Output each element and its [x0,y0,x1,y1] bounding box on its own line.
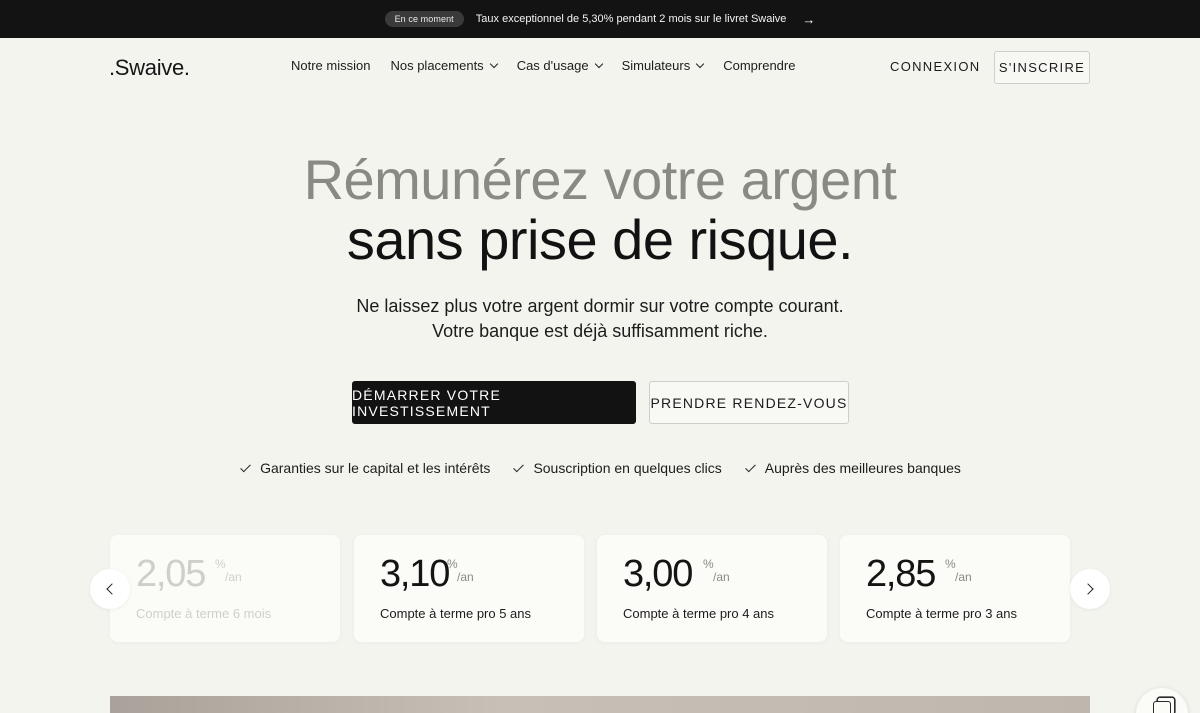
start-investment-button[interactable]: DÉMARRER VOTRE INVESTISSEMENT [352,381,636,424]
nav-label: Comprendre [723,58,796,73]
nav-item-mission[interactable]: Notre mission [291,58,370,73]
rate-card-label: Compte à terme pro 5 ans [380,606,532,621]
nav-item-placements[interactable]: Nos placements [390,58,498,73]
rate-unit-period: /an [225,570,242,584]
check-icon [240,461,251,472]
rate-value: 2,85 [866,553,936,595]
check-icon [744,461,756,472]
feature-label: Souscription en quelques clics [533,460,722,476]
chevron-left-icon [106,583,118,595]
rate-card[interactable]: 2,05 % /an Compte à terme 6 mois [110,535,340,642]
rate-unit-percent: % [703,557,714,571]
nav-label: Nos placements [390,58,484,73]
login-link[interactable]: CONNEXION [890,59,980,74]
book-appointment-button[interactable]: PRENDRE RENDEZ-VOUS [649,381,849,424]
rate-card[interactable]: 3,10 % /an Compte à terme pro 5 ans [354,535,584,642]
arrow-right-icon[interactable]: → [802,12,815,27]
signup-button[interactable]: S'INSCRIRE [994,51,1090,84]
rate-card-label: Compte à terme 6 mois [136,606,272,621]
rate-unit-period: /an [457,570,474,584]
chevron-down-icon [695,59,705,68]
chevron-down-icon [489,59,498,68]
chevron-down-icon [594,59,603,68]
feature-item: Garanties sur le capital et les intérêts [239,460,490,476]
rate-value: 3,10 [380,553,450,595]
hero-title-line2: sans prise de risque. [346,208,854,271]
rate-value: 3,00 [623,553,693,595]
rate-card[interactable]: 3,00 % /an Compte à terme pro 4 ans [597,535,827,642]
nav-label: Notre mission [291,58,371,73]
rate-unit-period: /an [713,570,730,584]
rate-card-label: Compte à terme pro 4 ans [623,606,775,621]
hero-subtitle-line2: Votre banque est déjà suffisamment riche… [432,321,768,341]
check-icon [513,461,525,472]
rate-unit-percent: % [215,557,226,571]
hero-subtitle: Ne laissez plus votre argent dormir sur … [0,294,1200,344]
hero-image [110,696,1090,713]
rate-unit-period: /an [955,570,972,584]
hero-subtitle-line1: Ne laissez plus votre argent dormir sur … [356,296,844,316]
feature-label: Auprès des meilleures banques [764,460,961,476]
feature-item: Souscription en quelques clics [512,460,722,476]
promo-message[interactable]: Taux exceptionnel de 5,30% pendant 2 moi… [476,13,787,25]
rate-unit-percent: % [447,557,458,571]
feature-item: Auprès des meilleures banques [744,460,961,476]
carousel-next-button[interactable] [1070,569,1110,609]
rate-card[interactable]: 2,85 % /an Compte à terme pro 3 ans [840,535,1070,642]
promo-banner[interactable]: En ce moment Taux exceptionnel de 5,30% … [0,0,1200,38]
feature-label: Garanties sur le capital et les intérêts [260,460,491,476]
rate-card-label: Compte à terme pro 3 ans [866,606,1018,621]
rate-unit-percent: % [945,557,956,571]
logo[interactable]: .Swaive. [109,55,190,81]
rate-value: 2,05 [136,553,206,595]
nav-item-simulators[interactable]: Simulateurs [621,58,705,73]
nav-label: Simulateurs [621,58,691,73]
carousel-prev-button[interactable] [90,569,130,609]
nav-item-use-cases[interactable]: Cas d'usage [516,58,603,73]
promo-badge: En ce moment [384,11,464,27]
feature-list: Garanties sur le capital et les intérêts… [0,460,1200,476]
main-nav: Notre mission Nos placements Cas d'usage… [291,58,795,73]
nav-label: Cas d'usage [516,58,589,73]
nav-item-understand[interactable]: Comprendre [723,58,795,73]
chat-widget-button[interactable] [1136,688,1188,713]
chat-icon [1153,701,1171,713]
hero-title-line1: Rémunérez votre argent [303,148,897,211]
chevron-right-icon [1082,583,1094,595]
